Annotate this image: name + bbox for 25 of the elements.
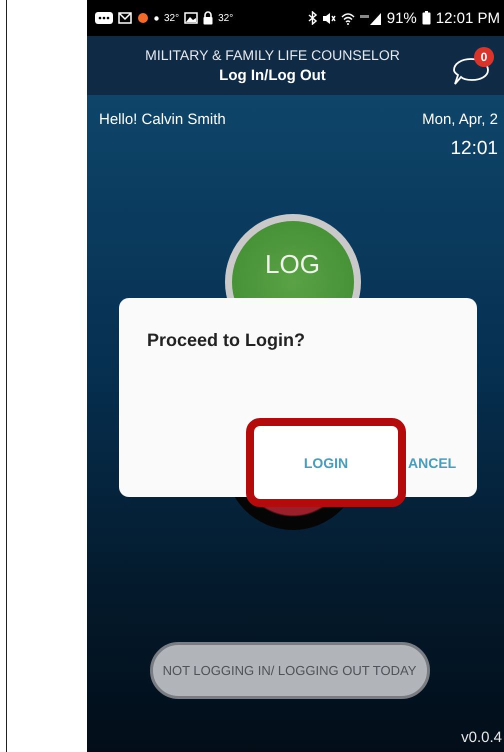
mail-icon <box>118 12 132 24</box>
mute-icon <box>322 12 336 24</box>
version-text: v0.0.4 <box>461 729 503 748</box>
notification-icon <box>95 11 113 25</box>
skip-button[interactable]: NOT LOGGING IN/ LOGGING OUT TODAY <box>150 642 430 699</box>
dialog-button[interactable]: ANCEL <box>408 450 456 474</box>
status-time: 12:01 PM <box>436 10 500 26</box>
dialog-button[interactable]: LOGIN <box>246 418 406 507</box>
bluetooth-icon <box>308 11 317 25</box>
screen-title: Log In/Log Out <box>218 67 327 84</box>
greeting-text: Hello! Calvin Smith <box>99 111 226 128</box>
dot-icon <box>154 16 159 20</box>
message-count: 0 <box>474 46 494 66</box>
app-title: MILITARY & FAMILY LIFE COUNSELOR <box>144 47 401 63</box>
sun-icon <box>137 12 149 24</box>
clock-text: 12:01 <box>450 137 499 160</box>
date-text: Mon, Apr, 2 <box>422 111 498 128</box>
image-icon <box>184 12 198 24</box>
temperature-text: 32° <box>164 12 180 24</box>
temperature-text: 32° <box>218 12 234 24</box>
battery-icon <box>422 11 431 25</box>
signal-icon <box>360 12 382 24</box>
wifi-icon <box>340 12 355 24</box>
battery-percent: 91% <box>386 10 417 26</box>
lock-icon <box>203 11 214 25</box>
